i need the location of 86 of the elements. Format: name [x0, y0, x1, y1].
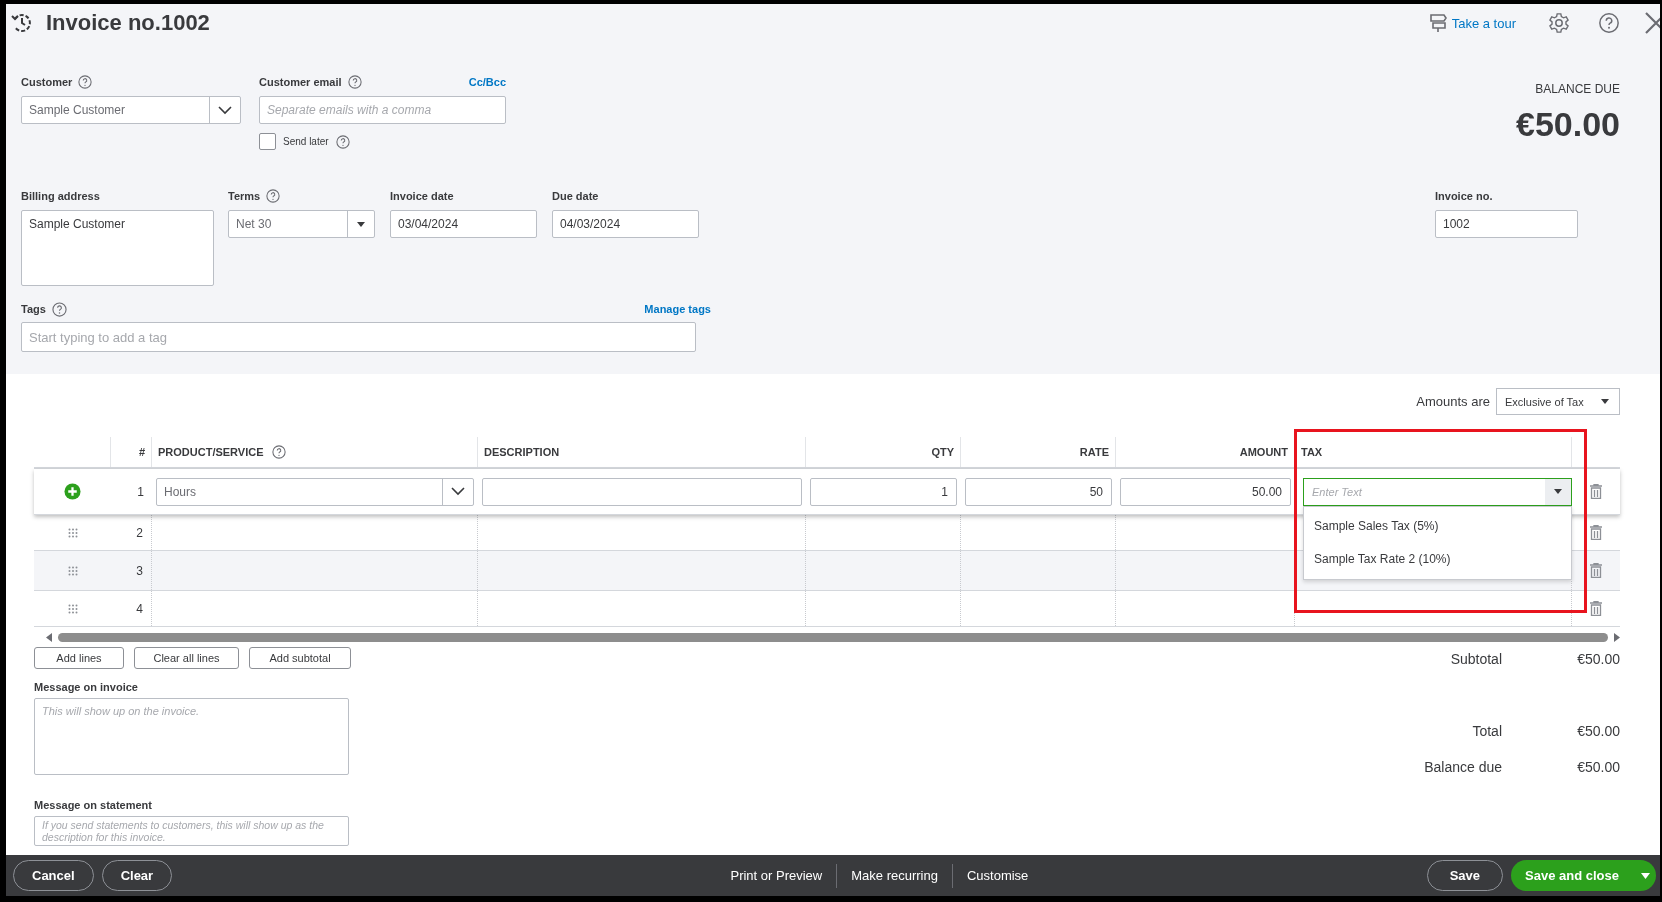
field-label: Invoice date	[390, 189, 455, 204]
help-icon[interactable]	[347, 75, 362, 89]
total-value: €50.00	[1576, 651, 1620, 667]
line-number: 1	[137, 484, 144, 499]
help-icon[interactable]	[335, 134, 350, 149]
total-label: Subtotal	[1449, 651, 1502, 667]
line-number: 4	[136, 601, 143, 616]
tax-option[interactable]: Sample Sales Tax (5%)	[1304, 509, 1571, 542]
drag-handle-icon[interactable]	[67, 603, 78, 614]
field-label: Message on statement	[34, 799, 153, 811]
billing-address-field[interactable]: Sample Customer	[21, 210, 214, 286]
column-header: RATE	[1079, 446, 1109, 458]
field-label: Customer	[21, 76, 73, 88]
trash-icon[interactable]	[1590, 525, 1602, 540]
field-label: Billing address	[21, 189, 101, 204]
help-icon[interactable]	[271, 445, 286, 459]
footer-link[interactable]: Customise	[951, 863, 1043, 888]
caret-icon	[1554, 489, 1562, 494]
send-later-label: Send later	[283, 136, 329, 147]
invoice-date-field[interactable]: 03/04/2024	[390, 210, 537, 238]
field-label: Due date	[552, 189, 600, 204]
help-icon[interactable]	[51, 301, 67, 317]
signpost-icon	[1427, 13, 1448, 33]
total-value: €50.00	[1576, 759, 1620, 775]
drag-handle-icon[interactable]	[67, 527, 78, 538]
total-value: €50.00	[1576, 723, 1620, 739]
tags-field[interactable]: Start typing to add a tag	[21, 322, 696, 352]
balance-due-label: BALANCE DUE	[1535, 82, 1620, 96]
cc-bcc-link[interactable]: Cc/Bcc	[468, 76, 506, 88]
caret-icon	[357, 221, 365, 227]
customer-dropdown[interactable]: Sample Customer	[21, 96, 241, 124]
help-icon[interactable]	[266, 189, 281, 203]
line-action-button[interactable]: Add lines	[34, 647, 124, 669]
message-on-statement-field[interactable]: If you send statements to customers, this will show up as the description for this invoice.	[34, 816, 349, 846]
field-label: Invoice no.	[1435, 189, 1494, 204]
amounts-are-label: Amounts are	[1416, 394, 1490, 409]
quantity-field[interactable]: 1	[810, 477, 957, 506]
line-number: 2	[136, 525, 143, 540]
line-action-button[interactable]: Add subtotal	[249, 647, 351, 669]
balance-due-amount: €50.00	[1516, 105, 1620, 144]
description-field[interactable]	[482, 477, 802, 506]
column-header: AMOUNT	[1239, 446, 1288, 458]
line-action-button[interactable]: Clear all lines	[134, 647, 239, 669]
amount-field[interactable]: 50.00	[1120, 477, 1291, 506]
column-header: DESCRIPTION	[484, 446, 560, 458]
manage-tags-link[interactable]: Manage tags	[644, 303, 711, 315]
tax-option[interactable]: Sample Tax Rate 2 (10%)	[1304, 542, 1571, 575]
history-icon	[10, 11, 34, 35]
due-date-field[interactable]: 04/03/2024	[552, 210, 699, 238]
caret-icon	[1641, 872, 1650, 879]
caret-icon	[1601, 399, 1609, 404]
rate-field[interactable]: 50	[965, 477, 1112, 506]
product-dropdown[interactable]: Hours	[156, 477, 474, 506]
trash-icon[interactable]	[1590, 484, 1602, 499]
message-on-invoice-field[interactable]: This will show up on the invoice.	[34, 698, 349, 775]
add-line-icon[interactable]	[64, 483, 81, 500]
chevron-down-icon	[218, 105, 232, 115]
invoice-number-field[interactable]: 1002	[1435, 210, 1578, 238]
amounts-are-dropdown[interactable]: Exclusive of Tax	[1496, 388, 1620, 415]
drag-handle-icon[interactable]	[67, 565, 78, 576]
help-icon[interactable]	[1598, 12, 1620, 34]
field-label: Customer email	[259, 76, 342, 88]
line-number: 3	[136, 563, 143, 578]
invoice-title: Invoice no.1002	[46, 10, 210, 36]
trash-icon[interactable]	[1590, 601, 1602, 616]
scroll-right-arrow-icon[interactable]	[1614, 632, 1620, 642]
trash-icon[interactable]	[1590, 563, 1602, 578]
send-later-checkbox[interactable]	[259, 133, 276, 150]
terms-dropdown[interactable]: Net 30	[228, 210, 375, 238]
field-label: Terms	[228, 190, 261, 202]
field-label: Message on invoice	[34, 681, 139, 693]
footer-link[interactable]: Make recurring	[836, 863, 952, 888]
total-label: Balance due	[1423, 759, 1502, 775]
field-label: Tags	[21, 303, 46, 315]
customer-email-field[interactable]: Separate emails with a comma	[259, 96, 506, 124]
help-icon[interactable]	[78, 75, 93, 89]
take-a-tour-link[interactable]: Take a tour	[1451, 15, 1516, 31]
footer-link[interactable]: Print or Preview	[716, 863, 837, 888]
chevron-down-icon	[451, 487, 465, 496]
settings-icon[interactable]	[1548, 12, 1570, 34]
scroll-left-arrow-icon[interactable]	[46, 632, 52, 642]
column-header: TAX	[1301, 446, 1323, 458]
column-header: QTY	[931, 446, 954, 458]
total-label: Total	[1471, 723, 1502, 739]
column-header: PRODUCT/SERVICE	[158, 446, 264, 458]
column-header: #	[138, 446, 145, 458]
